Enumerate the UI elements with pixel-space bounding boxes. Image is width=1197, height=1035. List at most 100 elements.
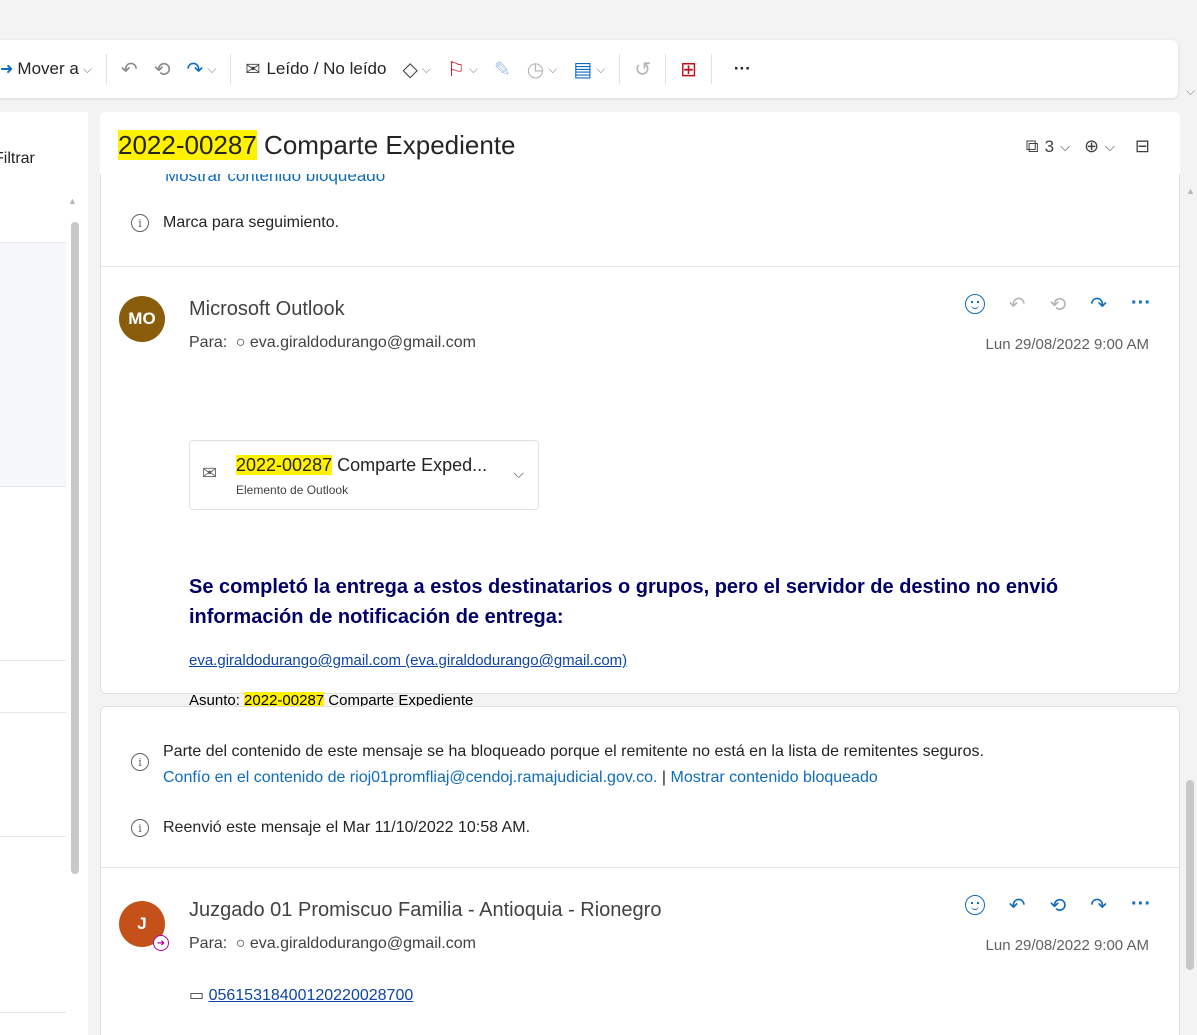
to-label: Para: (189, 334, 228, 351)
message-date: Lun 29/08/2022 9:00 AM (985, 336, 1149, 353)
chevron-down-icon[interactable]: ⌵ (513, 465, 524, 482)
toolbar-divider (619, 54, 621, 84)
reply-icon: ↶ (120, 58, 138, 81)
reply-icon[interactable]: ↶ (1009, 292, 1026, 317)
read-unread-label: Leído / No leído (266, 59, 387, 78)
move-to-button[interactable]: ➜ Mover a ⌵ (0, 40, 100, 98)
snooze-button[interactable]: ◷ ⌵ (519, 40, 566, 98)
list-scrollbar-thumb[interactable] (71, 222, 79, 874)
more-options-button[interactable]: ··· (718, 40, 759, 98)
recipient-link[interactable]: eva.giraldodurango@gmail.com (eva.girald… (189, 652, 627, 669)
reply-all-icon[interactable]: ⟲ (1049, 292, 1066, 317)
tag-icon: ◇ (402, 58, 418, 81)
paperclip-icon[interactable]: ⧉ (1026, 136, 1039, 157)
sender-name[interactable]: Juzgado 01 Promiscuo Familia - Antioquia… (189, 899, 661, 922)
flag-icon: ⚐ (446, 58, 465, 81)
attachment-highlight: 2022-00287 (236, 455, 333, 475)
forward-icon[interactable]: ↷ (1090, 893, 1107, 918)
move-to-label: Mover a (17, 59, 79, 78)
list-item-divider (0, 486, 66, 487)
folder-icon: ▭ (189, 987, 205, 1004)
recipient-link-row: eva.giraldodurango@gmail.com (eva.girald… (189, 652, 627, 669)
info-icon: i (131, 753, 149, 771)
sender-name[interactable]: Microsoft Outlook (189, 298, 345, 321)
toolbar-divider (710, 54, 712, 84)
toolbar-divider (105, 54, 107, 84)
recipient-address[interactable]: eva.giraldodurango@gmail.com (250, 334, 476, 351)
blocked-notice-text-block: Parte del contenido de este mensaje se h… (163, 739, 984, 791)
rules-button[interactable]: ▤ ⌵ (565, 40, 613, 98)
page-title: 2022-00287 Comparte Expediente (118, 130, 516, 161)
recipient-address[interactable]: eva.giraldodurango@gmail.com (250, 935, 476, 952)
recipient-line: Para: ○ eva.giraldodurango@gmail.com (189, 935, 476, 953)
more-icon[interactable]: ··· (1131, 893, 1151, 918)
subject-highlight: 2022-00287 (118, 130, 257, 160)
collapse-icon[interactable]: ⊟ (1135, 136, 1150, 157)
selected-list-item[interactable] (0, 242, 66, 487)
forward-button[interactable]: ↷ ⌵ (178, 40, 224, 98)
list-item-divider (0, 836, 66, 837)
subject-header: 2022-00287 Comparte Expediente ⧉ 3 ⌵ ⊕ ⌵… (100, 112, 1180, 174)
reading-scrollbar-thumb[interactable] (1186, 780, 1194, 970)
reply-all-icon[interactable]: ⟲ (1049, 893, 1066, 918)
move-folder-icon: ➜ (0, 61, 14, 78)
filter-label: Filtrar (0, 150, 35, 167)
subject-tools: ⧉ 3 ⌵ ⊕ ⌵ ⊟ (1026, 136, 1150, 157)
trust-sender-link[interactable]: Confío en el contenido de rioj01promflia… (163, 769, 657, 786)
undo-button[interactable]: ↺ (626, 40, 659, 98)
zoom-icon[interactable]: ⊕ (1084, 136, 1099, 157)
forward-icon[interactable]: ↷ (1090, 292, 1107, 317)
folder-link[interactable]: 05615318400120220028700 (209, 987, 414, 1004)
command-toolbar: ➜ Mover a ⌵ ↶ ⟲ ↷ ⌵ ✉ Leído / No leído ◇… (0, 40, 1178, 98)
categorize-button[interactable]: ◇ ⌵ (394, 40, 439, 98)
chevron-down-icon[interactable]: ⌵ (1105, 139, 1115, 155)
info-icon: i (131, 819, 149, 837)
reply-button[interactable]: ↶ (113, 40, 146, 98)
flag-notice-text: Marca para seguimiento. (163, 214, 340, 231)
chevron-down-icon: ⌵ (596, 61, 606, 76)
avatar-initials: J (137, 914, 147, 933)
attachment-count[interactable]: 3 (1045, 137, 1054, 157)
attached-item[interactable]: ✉ 2022-00287 Comparte Exped... Elemento … (189, 440, 539, 510)
blocked-content-notice: i Parte del contenido de este mensaje se… (131, 739, 984, 791)
flag-notice: i Marca para seguimiento. (131, 214, 339, 232)
forwarded-notice: i Reenvió este mensaje el Mar 11/10/2022… (131, 819, 530, 837)
attached-item-title: 2022-00287 Comparte Exped... (236, 455, 487, 476)
flag-button[interactable]: ⚐ ⌵ (439, 40, 486, 98)
apps-grid-icon: ⊞ (680, 58, 697, 81)
pin-icon: ✎ (494, 58, 511, 81)
divider (101, 867, 1179, 868)
read-unread-button[interactable]: ✉ Leído / No leído (237, 40, 394, 98)
pin-button[interactable]: ✎ (486, 40, 519, 98)
clock-icon: ◷ (526, 58, 545, 81)
message-card-juzgado: i Parte del contenido de este mensaje se… (100, 706, 1180, 1035)
list-item-divider (0, 1012, 66, 1013)
to-label: Para: (189, 935, 228, 952)
attached-item-type: Elemento de Outlook (236, 483, 349, 497)
chevron-down-icon: ⌵ (207, 61, 217, 76)
toolbar-divider (230, 54, 232, 84)
subject-text: Comparte Expediente (256, 130, 516, 160)
chevron-down-icon[interactable]: ⌵ (1060, 139, 1070, 155)
reply-icon[interactable]: ↶ (1009, 893, 1026, 918)
presence-icon: ○ (235, 334, 246, 351)
avatar-initials: MO (128, 309, 156, 328)
recipient-line: Para: ○ eva.giraldodurango@gmail.com (189, 334, 476, 352)
scroll-up-arrow-icon[interactable]: ▲ (68, 196, 77, 206)
apps-button[interactable]: ⊞ (672, 40, 705, 98)
show-blocked-content-link[interactable]: Mostrar contenido bloqueado (671, 769, 878, 786)
forward-icon: ↷ (186, 58, 204, 81)
forwarded-notice-text: Reenvió este mensaje el Mar 11/10/2022 1… (163, 819, 531, 836)
chevron-down-icon: ⌵ (548, 61, 558, 76)
more-icon: ··· (733, 59, 751, 78)
reply-all-button[interactable]: ⟲ (146, 40, 179, 98)
scroll-up-arrow-icon[interactable]: ▲ (1186, 186, 1195, 196)
list-item-divider (0, 242, 66, 243)
more-icon[interactable]: ··· (1131, 292, 1151, 317)
react-emoji-icon[interactable] (964, 294, 985, 314)
react-emoji-icon[interactable] (964, 895, 985, 915)
blocked-notice-text: Parte del contenido de este mensaje se h… (163, 743, 984, 760)
avatar[interactable]: MO (119, 296, 165, 342)
filter-button[interactable]: Filtrar (0, 150, 35, 168)
chevron-down-icon[interactable]: ⌵ (1186, 84, 1195, 99)
